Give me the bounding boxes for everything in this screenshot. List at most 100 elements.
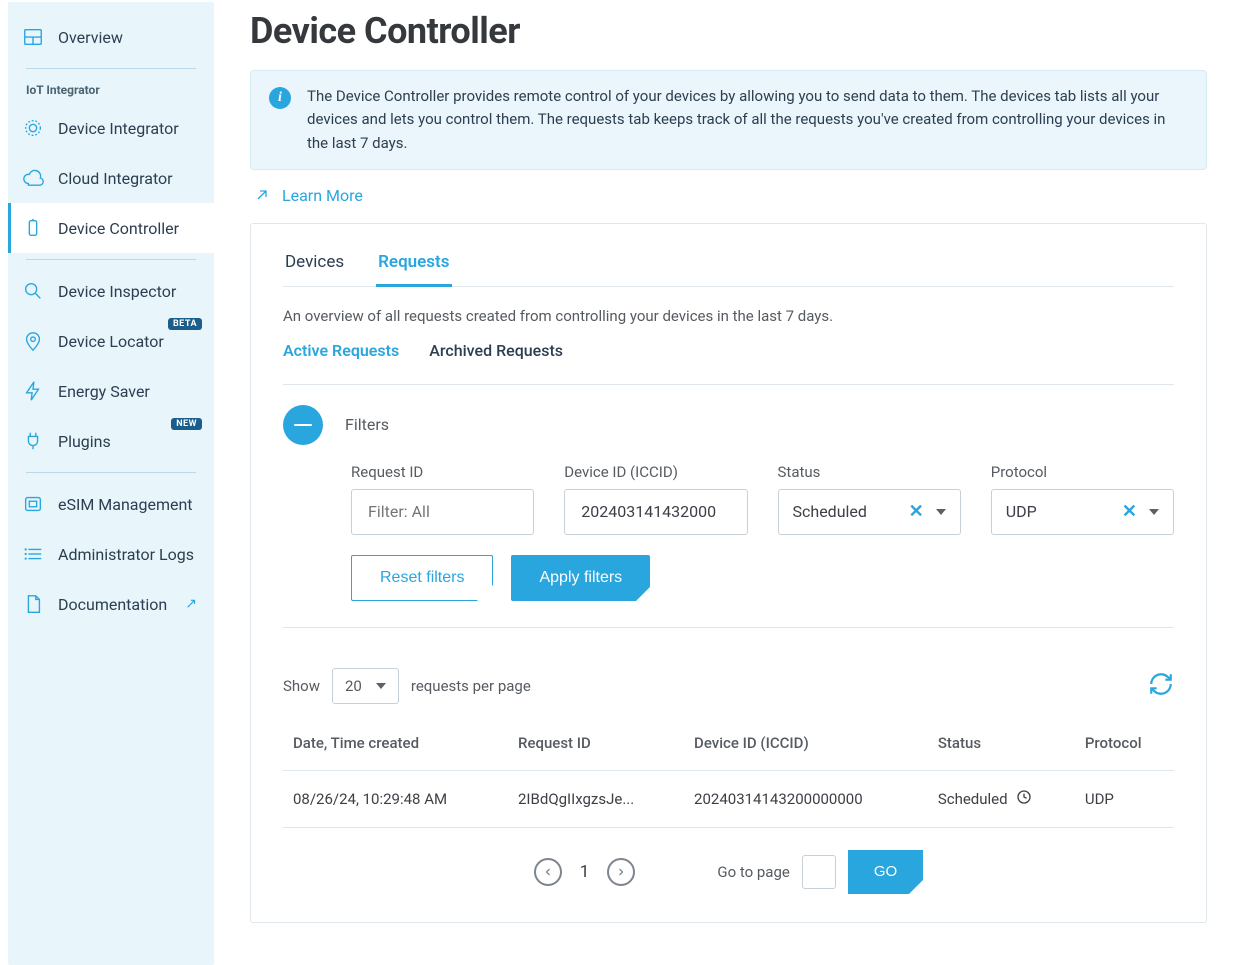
clear-protocol-icon[interactable]: ✕ <box>1122 501 1137 522</box>
sidebar-item-label: Device Inspector <box>58 282 176 301</box>
cell-status: Scheduled <box>928 770 1075 827</box>
filter-request-id: Request ID <box>351 463 534 535</box>
device-id-input-wrap <box>564 489 747 535</box>
per-page-select[interactable]: 20 <box>332 668 399 704</box>
sidebar-item-label: Overview <box>58 28 123 47</box>
info-text: The Device Controller provides remote co… <box>307 85 1188 155</box>
cell-date: 08/26/24, 10:29:48 AM <box>283 770 508 827</box>
sidebar-item-label: Device Locator <box>58 332 164 351</box>
list-icon <box>22 543 44 565</box>
learn-more-label: Learn More <box>282 186 363 205</box>
request-id-input[interactable] <box>366 501 519 522</box>
sidebar-item-label: eSIM Management <box>58 495 193 514</box>
beta-badge: BETA <box>168 318 202 330</box>
sidebar-item-overview[interactable]: Overview <box>8 12 214 62</box>
reset-filters-button[interactable]: Reset filters <box>351 555 493 601</box>
sidebar-item-label: Device Integrator <box>58 119 179 138</box>
table-toolbar: Show 20 requests per page <box>283 668 1174 704</box>
refresh-button[interactable] <box>1148 671 1174 701</box>
sidebar-item-documentation[interactable]: Documentation ↗ <box>8 579 214 629</box>
pagination: 1 Go to page GO <box>283 850 1174 894</box>
learn-more-link[interactable]: Learn More <box>250 170 1207 223</box>
sim-icon <box>22 493 44 515</box>
sidebar-item-admin-logs[interactable]: Administrator Logs <box>8 529 214 579</box>
divider <box>26 68 196 69</box>
filter-status: Status Scheduled ✕ <box>778 463 961 535</box>
sidebar-item-cloud-integrator[interactable]: Cloud Integrator <box>8 153 214 203</box>
cloud-integrator-icon <box>22 167 44 189</box>
filters-section: Filters Request ID Device ID (ICCID) <box>283 384 1174 628</box>
sidebar-item-device-integrator[interactable]: Device Integrator <box>8 103 214 153</box>
show-label: Show <box>283 677 320 695</box>
sidebar-item-esim-management[interactable]: eSIM Management <box>8 479 214 529</box>
tab-requests[interactable]: Requests <box>376 246 451 287</box>
status-select[interactable]: Scheduled ✕ <box>778 489 961 535</box>
col-status[interactable]: Status <box>928 716 1075 771</box>
protocol-select[interactable]: UDP ✕ <box>991 489 1174 535</box>
subtab-archived-requests[interactable]: Archived Requests <box>429 341 563 360</box>
sidebar-item-energy-saver[interactable]: Energy Saver <box>8 366 214 416</box>
sidebar-item-label: Device Controller <box>58 219 179 238</box>
new-badge: NEW <box>171 418 202 430</box>
clock-icon <box>1016 789 1032 809</box>
requests-table: Date, Time created Request ID Device ID … <box>283 716 1174 828</box>
col-date[interactable]: Date, Time created <box>283 716 508 771</box>
sidebar-section-label: IoT Integrator <box>8 75 214 103</box>
cell-request-id: 2IBdQgIIxgzsJe... <box>508 770 684 827</box>
filter-protocol: Protocol UDP ✕ <box>991 463 1174 535</box>
go-button[interactable]: GO <box>848 850 923 894</box>
status-value: Scheduled <box>793 502 867 521</box>
content-panel: Devices Requests An overview of all requ… <box>250 223 1207 923</box>
filter-label: Request ID <box>351 463 534 481</box>
tab-devices[interactable]: Devices <box>283 246 346 287</box>
sidebar-item-label: Plugins <box>58 432 111 451</box>
sidebar-item-device-locator[interactable]: Device Locator BETA <box>8 316 214 366</box>
divider <box>26 259 196 260</box>
filters-title: Filters <box>345 415 389 434</box>
col-protocol[interactable]: Protocol <box>1075 716 1174 771</box>
clear-status-icon[interactable]: ✕ <box>909 501 924 522</box>
next-page-button[interactable] <box>607 858 635 886</box>
filter-label: Status <box>778 463 961 481</box>
bolt-icon <box>22 380 44 402</box>
sidebar-item-label: Administrator Logs <box>58 545 194 564</box>
prev-page-button[interactable] <box>534 858 562 886</box>
table-row[interactable]: 08/26/24, 10:29:48 AM 2IBdQgIIxgzsJe... … <box>283 770 1174 827</box>
tabs: Devices Requests <box>283 246 1174 287</box>
sidebar-item-plugins[interactable]: Plugins NEW <box>8 416 214 466</box>
filter-label: Device ID (ICCID) <box>564 463 747 481</box>
goto-label: Go to page <box>717 863 790 881</box>
device-id-input[interactable] <box>579 501 732 522</box>
col-device-id[interactable]: Device ID (ICCID) <box>684 716 928 771</box>
main-content: Device Controller i The Device Controlle… <box>214 0 1243 965</box>
collapse-filters-button[interactable] <box>283 405 323 445</box>
apply-filters-button[interactable]: Apply filters <box>511 555 650 601</box>
col-request-id[interactable]: Request ID <box>508 716 684 771</box>
table-header-row: Date, Time created Request ID Device ID … <box>283 716 1174 771</box>
cell-device-id: 20240314143200000000 <box>684 770 928 827</box>
chevron-down-icon[interactable] <box>1149 509 1159 515</box>
subtab-active-requests[interactable]: Active Requests <box>283 341 399 360</box>
per-page-suffix: requests per page <box>411 677 531 695</box>
divider <box>26 472 196 473</box>
minus-icon <box>294 424 312 427</box>
sidebar-item-device-controller[interactable]: Device Controller <box>8 203 214 253</box>
chevron-down-icon[interactable] <box>936 509 946 515</box>
chevron-down-icon <box>376 683 386 689</box>
request-id-input-wrap <box>351 489 534 535</box>
tab-description: An overview of all requests created from… <box>283 307 1174 325</box>
plug-icon <box>22 430 44 452</box>
protocol-value: UDP <box>1006 502 1037 521</box>
pin-icon <box>22 330 44 352</box>
overview-icon <box>22 26 44 48</box>
filter-label: Protocol <box>991 463 1174 481</box>
subtabs: Active Requests Archived Requests <box>283 341 1174 360</box>
sidebar-item-device-inspector[interactable]: Device Inspector <box>8 266 214 316</box>
device-controller-icon <box>22 217 44 239</box>
current-page: 1 <box>574 862 596 882</box>
external-arrow-icon <box>254 187 270 203</box>
page-title: Device Controller <box>250 10 1207 52</box>
sidebar: Overview IoT Integrator Device Integrato… <box>8 2 214 965</box>
device-integrator-icon <box>22 117 44 139</box>
goto-page-input[interactable] <box>802 855 836 889</box>
